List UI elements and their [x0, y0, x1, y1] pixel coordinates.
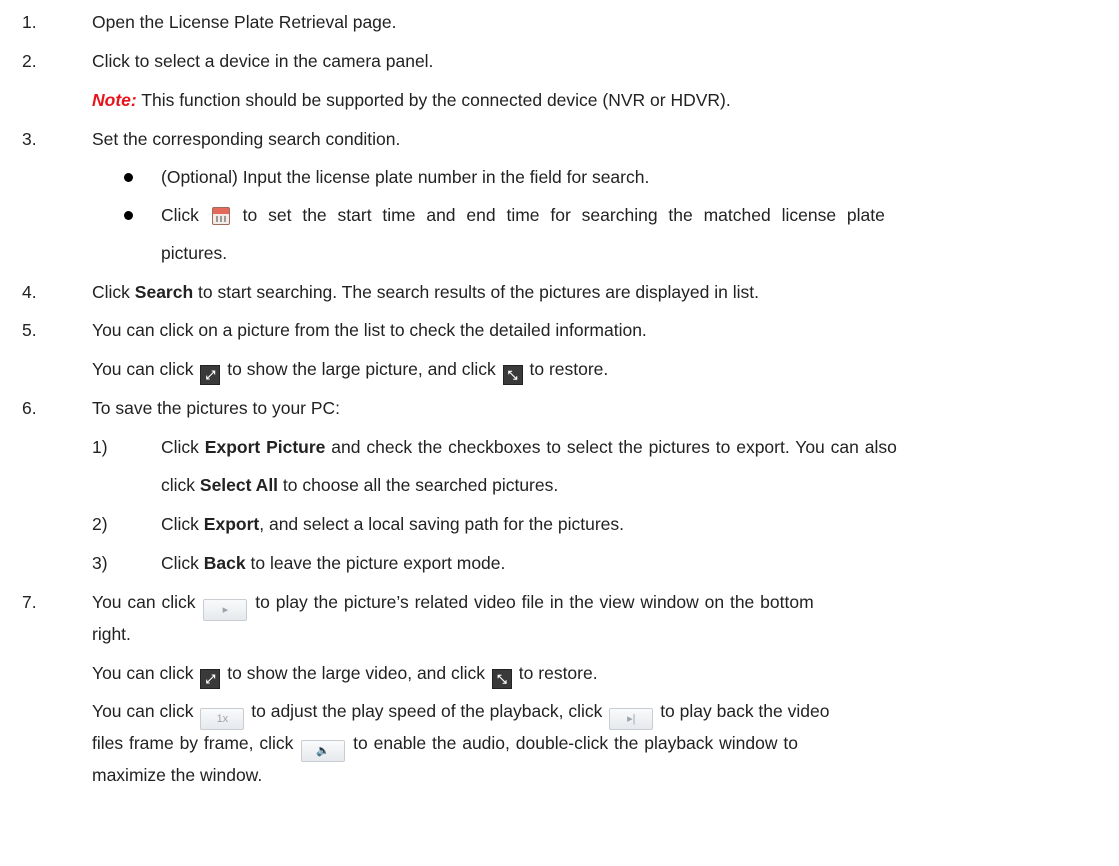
step-3-text: Set the corresponding search condition.: [92, 129, 401, 149]
step-number: 1.: [22, 12, 37, 32]
step-7-line-4: files frame by frame, click 🔈 to enable …: [92, 731, 798, 762]
step-6-sub-3: Click Back to leave the picture export m…: [161, 553, 506, 573]
step-4-text: Click Search to start searching. The sea…: [92, 282, 759, 302]
back-label: Back: [203, 553, 246, 573]
step-7-line-1-cont: right.: [92, 624, 131, 644]
step-5-text: You can click on a picture from the list…: [92, 320, 647, 340]
step-6-text: To save the pictures to your PC:: [92, 398, 341, 418]
play-button-icon: ▸: [203, 599, 248, 621]
restore-icon: ⤡: [502, 365, 523, 385]
step-2-text: Click to select a device in the camera p…: [92, 51, 434, 71]
speed-button-icon: 1x: [200, 708, 245, 730]
step-5-line-2: You can click ⤢ to show the large pictur…: [92, 357, 608, 385]
restore-icon: ⤡: [491, 669, 512, 689]
step-number: 5.: [22, 320, 37, 340]
substep-number: 1): [92, 437, 108, 457]
step-number: 3.: [22, 129, 37, 149]
step-6-sub-2: Click Export, and select a local saving …: [161, 514, 625, 534]
calendar-icon: [211, 207, 230, 225]
frame-by-frame-icon: ▸|: [609, 708, 654, 730]
search-label: Search: [134, 282, 194, 302]
bullet: [124, 173, 133, 182]
fullscreen-icon: ⤢: [200, 669, 221, 689]
step-number: 2.: [22, 51, 37, 71]
export-picture-label: Export Picture: [204, 437, 326, 457]
step-7-line-2: You can click ⤢ to show the large video,…: [92, 661, 598, 689]
substep-number: 3): [92, 553, 108, 573]
note-text: This function should be supported by the…: [141, 90, 731, 110]
step-1-text: Open the License Plate Retrieval page.: [92, 12, 397, 32]
audio-icon: 🔈: [301, 740, 346, 762]
step-2-note: Note: This function should be supported …: [92, 88, 731, 113]
step-number: 6.: [22, 398, 37, 418]
step-3-bullet-2-cont: pictures.: [161, 243, 228, 263]
note-label: Note:: [92, 90, 137, 110]
step-7-line-5: maximize the window.: [92, 765, 263, 785]
step-number: 7.: [22, 592, 37, 612]
step-7-line-1: You can click ▸ to play the picture’s re…: [92, 590, 814, 621]
step-number: 4.: [22, 282, 37, 302]
bullet: [124, 211, 133, 220]
step-3-bullet-1: (Optional) Input the license plate numbe…: [161, 167, 650, 187]
select-all-label: Select All: [199, 475, 279, 495]
substep-number: 2): [92, 514, 108, 534]
step-3-bullet-2: Click to set the start time and end time…: [161, 205, 885, 225]
export-label: Export: [203, 514, 260, 534]
step-6-sub-1-cont: click Select All to choose all the searc…: [161, 475, 559, 495]
step-7-line-3: You can click 1x to adjust the play spee…: [92, 699, 829, 730]
fullscreen-icon: ⤢: [200, 365, 221, 385]
document-page: 1. Open the License Plate Retrieval page…: [0, 0, 1119, 866]
step-6-sub-1: Click Export Picture and check the check…: [161, 437, 897, 457]
